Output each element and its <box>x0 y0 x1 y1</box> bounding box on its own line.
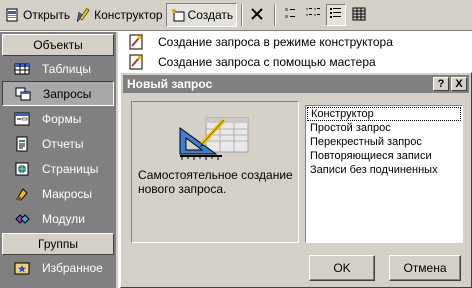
list-item-label: Создание запроса в режиме конструктора <box>158 35 393 49</box>
close-button[interactable]: X <box>451 77 467 91</box>
create-label: Создать <box>187 8 234 22</box>
help-icon: ? <box>437 78 445 90</box>
query-type-list[interactable]: Конструктор Простой запрос Перекрестный … <box>305 105 463 243</box>
designer-button[interactable]: Конструктор <box>73 3 165 27</box>
sidebar-item-queries[interactable]: Запросы <box>2 81 114 106</box>
details-view-icon <box>351 6 367 25</box>
sidebar-item-label: Страницы <box>42 161 99 176</box>
toolbar-separator <box>241 4 244 26</box>
sidebar-item-label: Запросы <box>43 86 92 101</box>
sidebar-item-macros[interactable]: Макросы <box>2 181 114 206</box>
create-button[interactable]: Создать <box>165 3 238 27</box>
objects-header[interactable]: Объекты <box>2 34 114 56</box>
list-item-label: Создание запроса с помощью мастера <box>158 55 376 69</box>
designer-icon <box>76 7 92 23</box>
delete-icon <box>250 7 264 24</box>
sidebar-item-label: Макросы <box>42 186 93 201</box>
query-type-option[interactable]: Записи без подчиненных <box>307 163 461 177</box>
list-item-create-wizard[interactable]: Создание запроса с помощью мастера <box>120 52 472 72</box>
list-item-create-designer[interactable]: Создание запроса в режиме конструктора <box>120 32 472 52</box>
create-icon <box>170 7 186 23</box>
groups-header-label: Группы <box>38 237 78 251</box>
toolbar: Открыть Конструктор Создать <box>0 0 472 31</box>
report-icon <box>14 136 30 152</box>
sidebar-item-label: Отчеты <box>42 136 84 151</box>
page-icon <box>14 161 30 177</box>
open-label: Открыть <box>23 8 71 22</box>
groups-header[interactable]: Группы <box>2 233 114 255</box>
sidebar-item-label: Формы <box>42 111 82 126</box>
wizard-icon <box>128 34 144 50</box>
sidebar-item-label: Избранное <box>42 260 103 275</box>
list-view-icon <box>328 6 344 25</box>
dialog-description: Самостоятельное создание нового запроса. <box>138 168 293 196</box>
sidebar-item-favorites[interactable]: Избранное <box>2 255 114 280</box>
macro-icon <box>14 186 30 202</box>
form-icon <box>14 111 30 127</box>
details-view-button[interactable] <box>349 4 369 26</box>
objects-bar: Объекты Таблицы Запросы Формы Отчеты Стр… <box>0 32 118 288</box>
query-type-option[interactable]: Простой запрос <box>307 121 461 135</box>
delete-button[interactable] <box>247 4 267 26</box>
cancel-label: Отмена <box>403 261 447 275</box>
small-icons-button[interactable] <box>303 4 323 26</box>
sidebar-item-forms[interactable]: Формы <box>2 106 114 131</box>
sidebar-item-pages[interactable]: Страницы <box>2 156 114 181</box>
ok-button[interactable]: OK <box>309 255 375 281</box>
objects-header-label: Объекты <box>33 38 83 52</box>
new-query-dialog: Новый запрос ? X Самостоятельное создани… <box>120 72 472 288</box>
table-icon <box>14 61 30 77</box>
designer-label: Конструктор <box>94 8 163 22</box>
small-icons-icon <box>305 6 321 25</box>
sidebar-item-tables[interactable]: Таблицы <box>2 56 114 81</box>
favorites-icon <box>14 260 30 276</box>
ok-label: OK <box>333 261 351 275</box>
open-icon <box>5 7 21 23</box>
wizard-icon <box>128 54 144 70</box>
query-icon <box>15 86 31 102</box>
query-designer-illustration-icon <box>176 114 256 164</box>
help-button[interactable]: ? <box>433 77 449 91</box>
list-view-button[interactable] <box>326 4 347 26</box>
sidebar-item-label: Модули <box>42 211 85 226</box>
sidebar-item-modules[interactable]: Модули <box>2 206 114 231</box>
module-icon <box>14 211 30 227</box>
dialog-title: Новый запрос <box>127 77 213 91</box>
sidebar-item-reports[interactable]: Отчеты <box>2 131 114 156</box>
large-icons-button[interactable] <box>280 4 300 26</box>
close-icon: X <box>455 78 463 90</box>
toolbar-separator <box>274 4 277 26</box>
large-icons-icon <box>282 6 298 25</box>
preview-panel: Самостоятельное создание нового запроса. <box>131 101 299 243</box>
dialog-titlebar[interactable]: Новый запрос ? X <box>123 75 469 93</box>
query-type-option[interactable]: Повторяющиеся записи <box>307 149 461 163</box>
open-button[interactable]: Открыть <box>2 3 73 27</box>
query-type-option[interactable]: Перекрестный запрос <box>307 135 461 149</box>
query-type-option[interactable]: Конструктор <box>307 107 461 121</box>
sidebar-item-label: Таблицы <box>42 61 92 76</box>
cancel-button[interactable]: Отмена <box>389 255 461 281</box>
